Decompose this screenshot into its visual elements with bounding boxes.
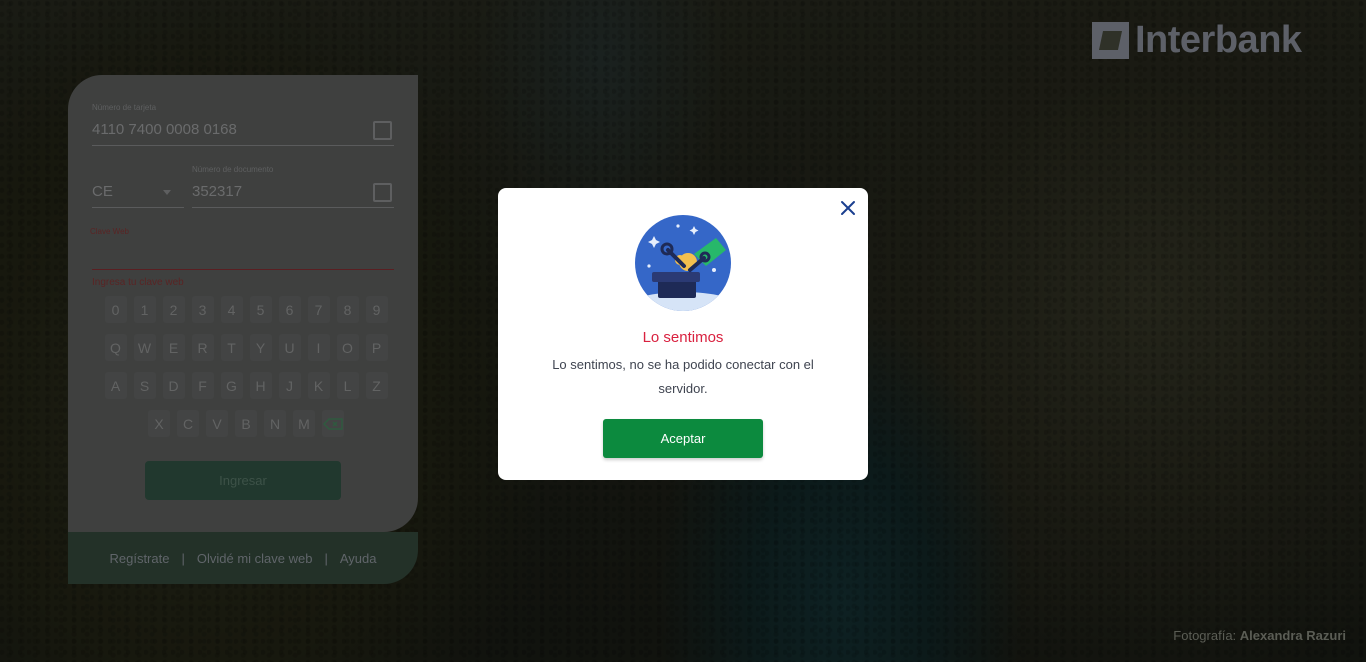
keypad-key[interactable]: 1 [133, 296, 156, 323]
keypad-key[interactable]: O [336, 334, 359, 361]
dialog-title: Lo sentimos [642, 329, 724, 346]
keypad-key[interactable]: I [307, 334, 330, 361]
keypad-key[interactable]: L [336, 372, 359, 399]
keypad-key[interactable]: R [191, 334, 214, 361]
chevron-down-icon [163, 190, 171, 195]
virtual-keypad: 0 1 2 3 4 5 6 7 8 9 Q W E R T Y U I O P … [96, 296, 396, 448]
doc-number-field[interactable]: 352317 [192, 183, 242, 200]
keypad-key[interactable]: X [148, 410, 170, 437]
keypad-key[interactable]: Z [365, 372, 388, 399]
keypad-key[interactable]: J [278, 372, 301, 399]
login-footer-links: Regístrate | Olvidé mi clave web | Ayuda [68, 532, 418, 584]
register-link[interactable]: Regístrate [109, 551, 169, 566]
password-hint: Ingresa tu clave web [92, 277, 184, 288]
keypad-key[interactable]: S [133, 372, 156, 399]
keypad-row-asdf: A S D F G H J K L Z [96, 372, 396, 399]
keypad-key[interactable]: D [162, 372, 185, 399]
doc-type-select[interactable]: CE [92, 183, 113, 200]
interbank-logo: Interbank [1092, 19, 1302, 62]
link-separator: | [181, 550, 185, 566]
link-separator: | [324, 550, 328, 566]
keypad-key[interactable]: 7 [307, 296, 330, 323]
card-number-label: Número de tarjeta [92, 103, 157, 112]
doc-number-label: Número de documento [192, 165, 274, 174]
forgot-password-link[interactable]: Olvidé mi clave web [197, 551, 313, 566]
keypad-key[interactable]: Y [249, 334, 272, 361]
keypad-key[interactable]: 5 [249, 296, 272, 323]
keypad-key[interactable]: U [278, 334, 301, 361]
keypad-key[interactable]: K [307, 372, 330, 399]
keypad-key[interactable]: 9 [365, 296, 388, 323]
remember-doc-checkbox[interactable] [373, 183, 392, 202]
help-link[interactable]: Ayuda [340, 551, 377, 566]
keypad-key[interactable]: P [365, 334, 388, 361]
keypad-key[interactable]: N [264, 410, 286, 437]
photo-credit: Fotografía: Alexandra Razuri [1173, 628, 1346, 643]
photo-credit-author: Alexandra Razuri [1239, 628, 1346, 643]
keypad-key[interactable]: B [235, 410, 257, 437]
error-dialog: Lo sentimos Lo sentimos, no se ha podido… [498, 188, 868, 480]
keypad-key[interactable]: 0 [104, 296, 127, 323]
keypad-key[interactable]: 6 [278, 296, 301, 323]
keypad-key[interactable]: 4 [220, 296, 243, 323]
card-number-underline [92, 145, 394, 146]
keypad-key[interactable]: 3 [191, 296, 214, 323]
dialog-message: Lo sentimos, no se ha podido conectar co… [552, 357, 814, 396]
password-label: Clave Web [90, 227, 129, 236]
keypad-key[interactable]: H [249, 372, 272, 399]
keypad-key[interactable]: C [177, 410, 199, 437]
keypad-key[interactable]: W [133, 334, 156, 361]
keypad-key[interactable]: A [104, 372, 127, 399]
keypad-key[interactable]: 8 [336, 296, 359, 323]
photo-credit-prefix: Fotografía: [1173, 628, 1237, 643]
keypad-key[interactable]: Q [104, 334, 127, 361]
keypad-key[interactable]: E [162, 334, 185, 361]
close-icon[interactable] [840, 200, 856, 216]
accept-button[interactable]: Aceptar [603, 419, 763, 458]
remember-card-checkbox[interactable] [373, 121, 392, 140]
password-field[interactable] [92, 269, 394, 270]
brand-name: Interbank [1135, 19, 1302, 61]
keypad-key[interactable]: G [220, 372, 243, 399]
tools-illustration-icon [635, 215, 731, 311]
backspace-key[interactable] [322, 410, 344, 437]
backspace-icon [323, 417, 343, 430]
interbank-logo-mark [1092, 22, 1129, 59]
keypad-row-zxcv: X C V B N M [96, 410, 396, 437]
keypad-key[interactable]: M [293, 410, 315, 437]
keypad-key[interactable]: T [220, 334, 243, 361]
keypad-row-qwerty: Q W E R T Y U I O P [96, 334, 396, 361]
doc-number-underline [192, 207, 394, 208]
keypad-row-digits: 0 1 2 3 4 5 6 7 8 9 [96, 296, 396, 323]
doc-type-underline [92, 207, 184, 208]
keypad-key[interactable]: F [191, 372, 214, 399]
keypad-key[interactable]: 2 [162, 296, 185, 323]
keypad-key[interactable]: V [206, 410, 228, 437]
login-submit-button[interactable]: Ingresar [145, 461, 341, 500]
card-number-field[interactable]: 4110 7400 0008 0168 [92, 121, 237, 138]
